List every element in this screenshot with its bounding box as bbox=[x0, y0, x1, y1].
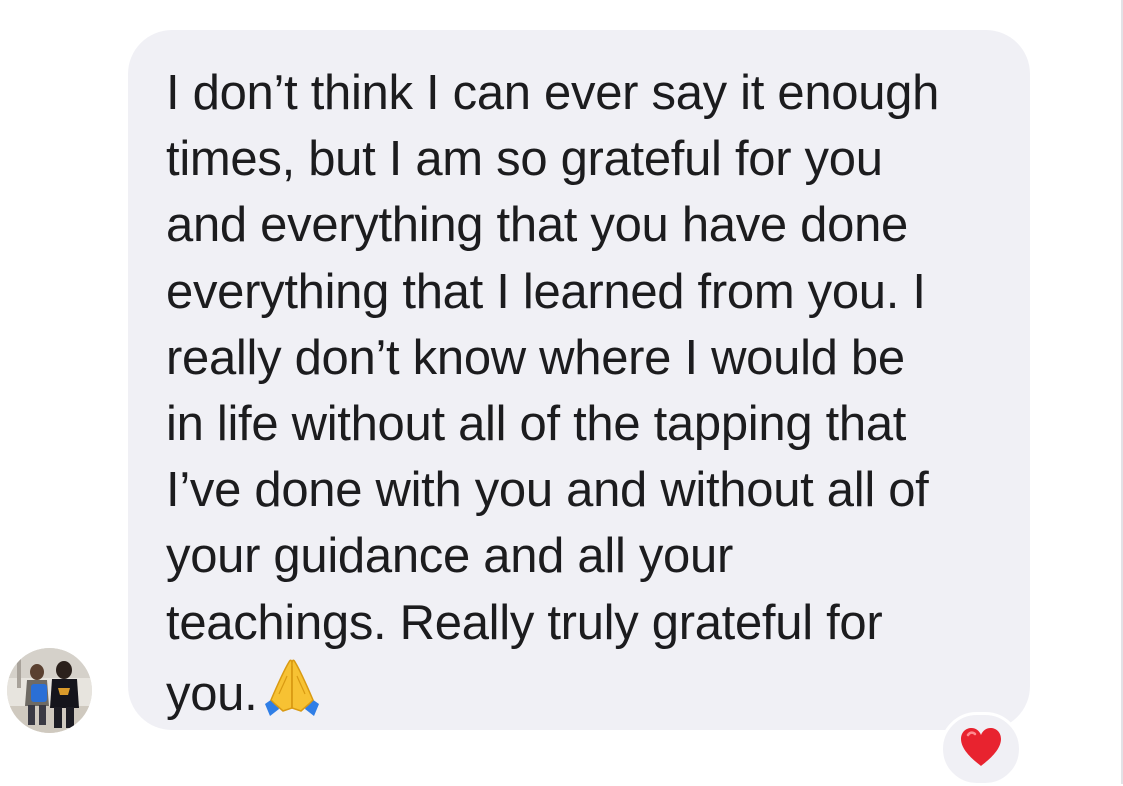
message-text: I don’t think I can ever say it enough t… bbox=[166, 66, 940, 721]
avatar[interactable] bbox=[7, 648, 92, 733]
message-text-block: I don’t think I can ever say it enough t… bbox=[166, 60, 1000, 737]
red-heart-icon bbox=[958, 726, 1004, 773]
reaction-badge[interactable] bbox=[940, 712, 1022, 786]
folded-hands-icon bbox=[261, 656, 323, 737]
message-bubble[interactable]: I don’t think I can ever say it enough t… bbox=[128, 30, 1030, 730]
